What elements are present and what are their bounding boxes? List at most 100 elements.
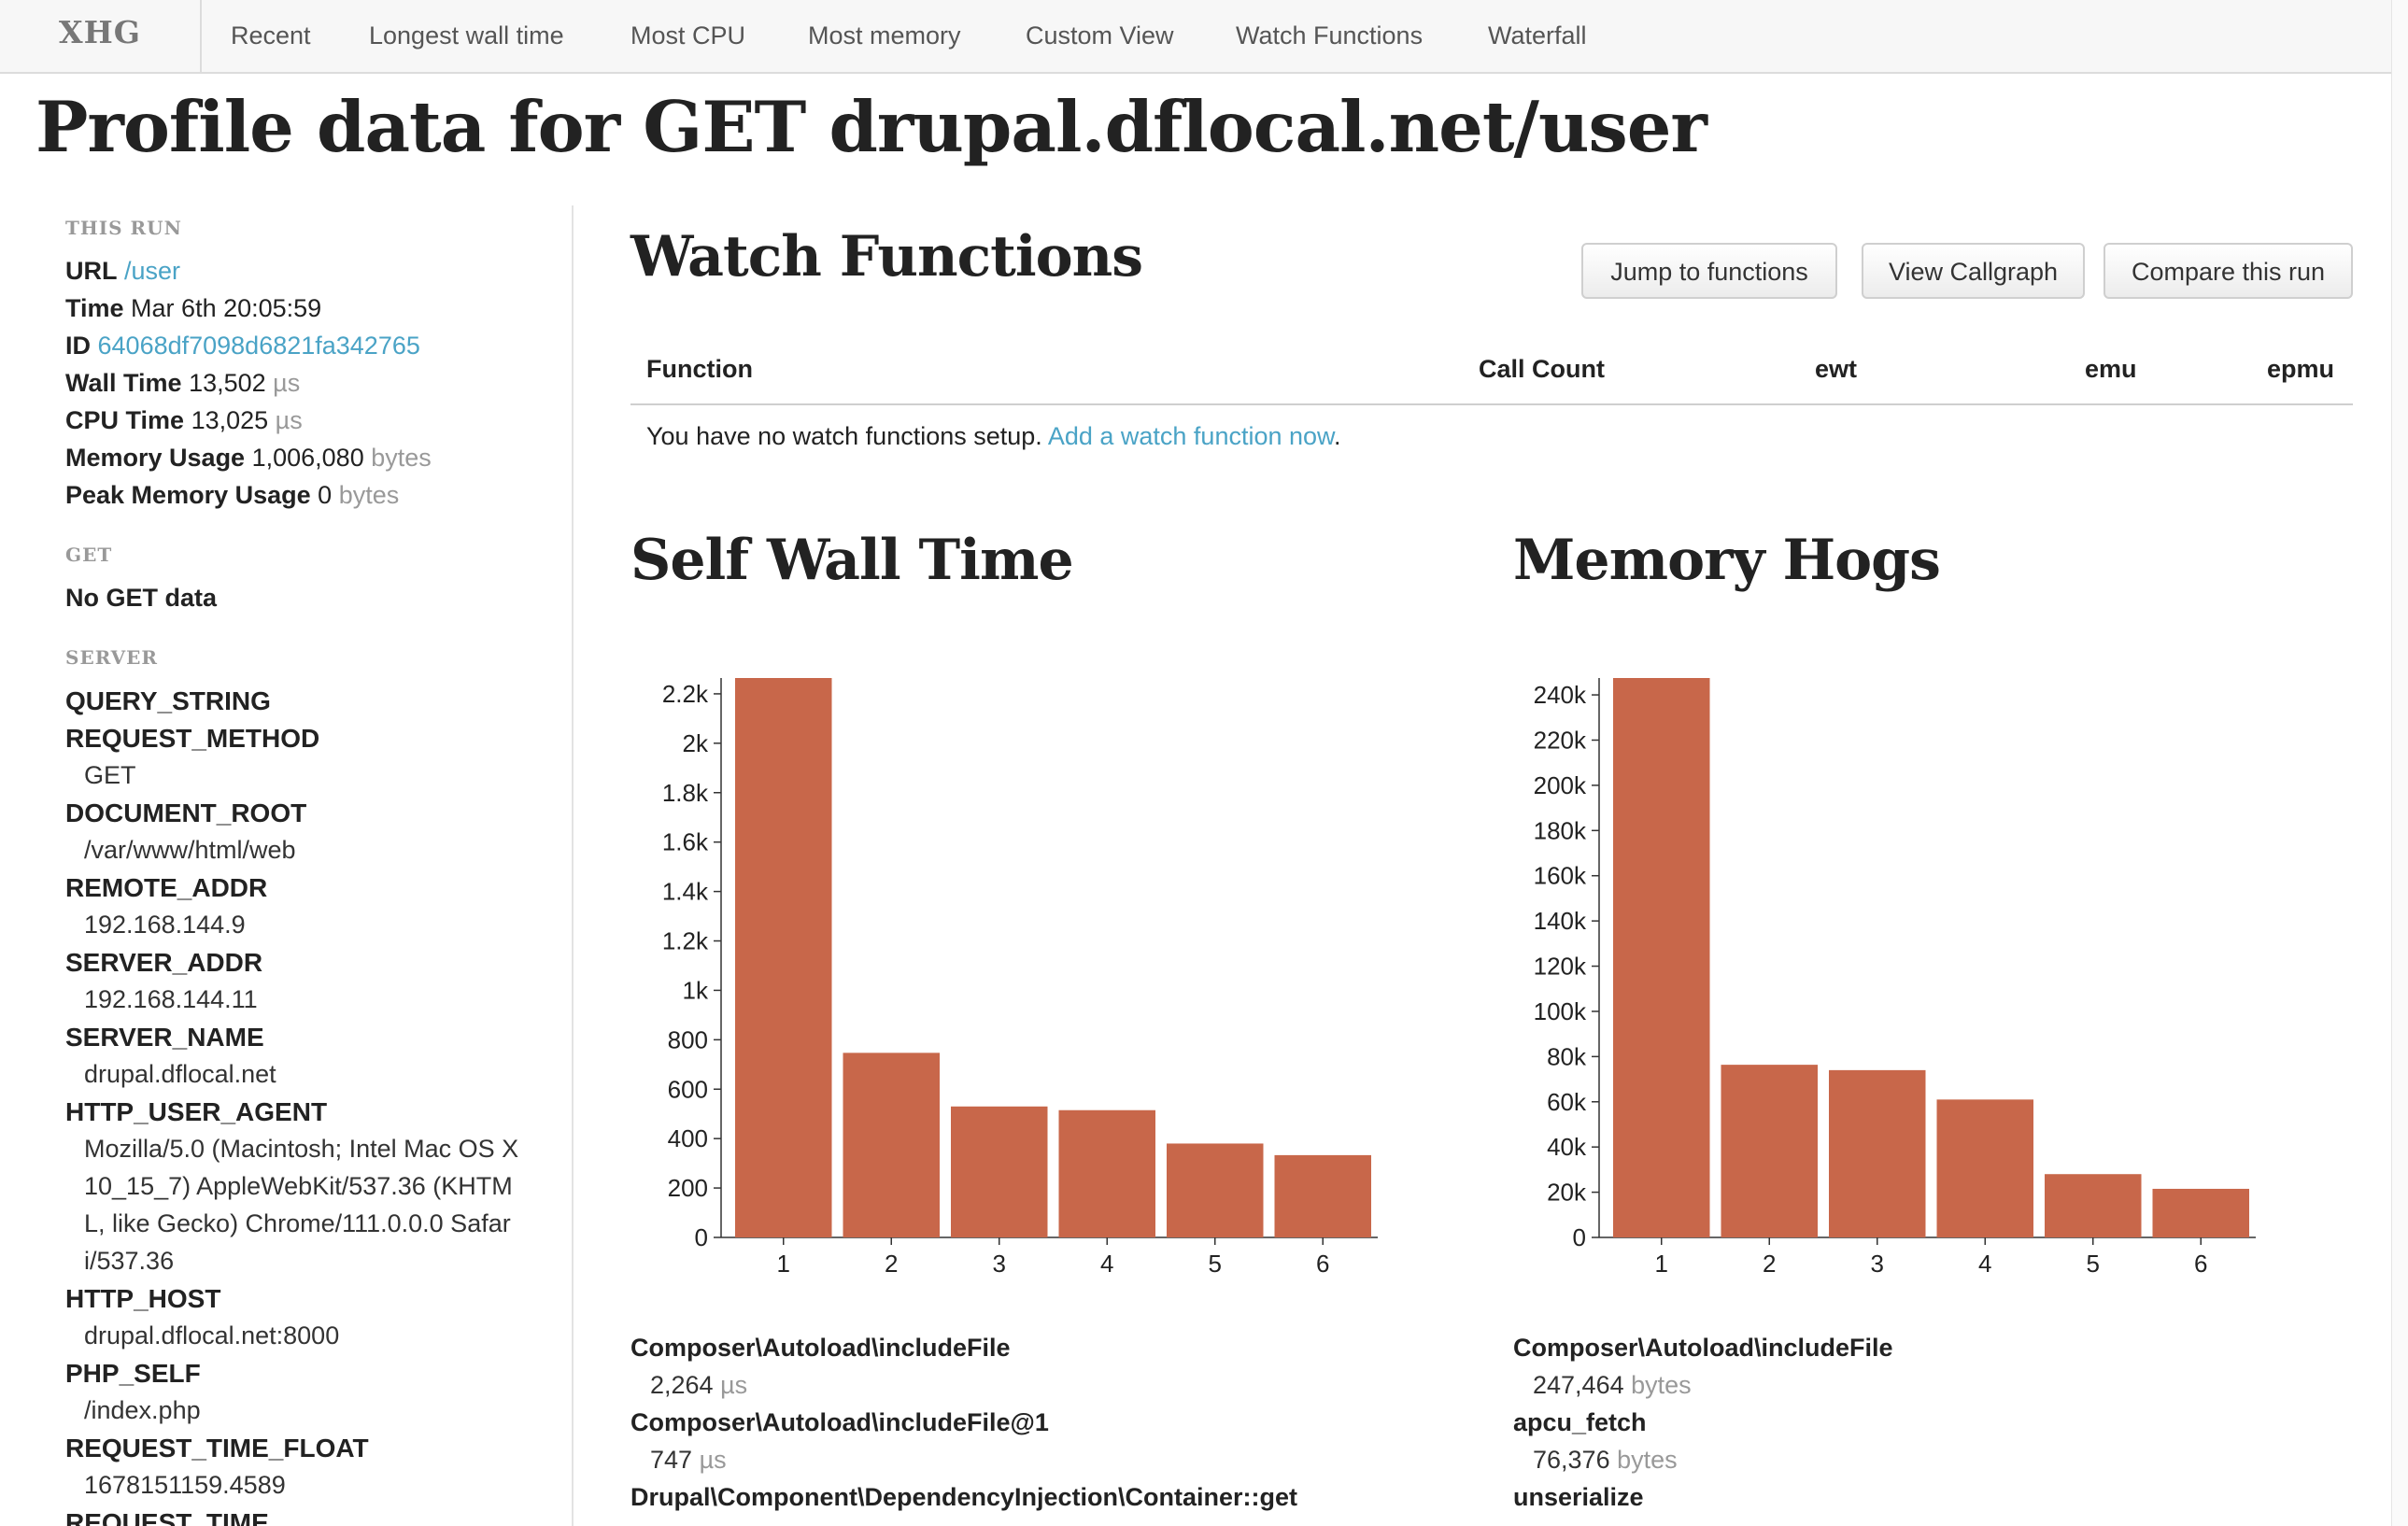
- server-key-request-method: REQUEST_METHOD: [65, 724, 320, 753]
- mem-chart-y-tick-label: 140k: [1534, 907, 1587, 935]
- server-val-request-method: GET: [84, 761, 136, 789]
- mem-chart-bar-1: [1613, 678, 1710, 1237]
- server-key-request-time: REQUEST_TIME: [65, 1508, 269, 1526]
- wall-chart-bar-6: [1274, 1154, 1371, 1237]
- wall-chart-y-tick-label: 1.4k: [662, 878, 709, 906]
- wall-fn-1-unit: µs: [720, 1371, 748, 1399]
- mem-chart-y-tick-label: 60k: [1547, 1088, 1587, 1116]
- wall-fn-2-value: 747 µs: [650, 1446, 727, 1475]
- run-url: URL /user: [65, 257, 180, 286]
- wall-fn-3-name[interactable]: Drupal\Component\DependencyInjection\Con…: [630, 1483, 1297, 1512]
- wall-chart-y-tick-label: 2k: [683, 729, 709, 757]
- compare-run-button[interactable]: Compare this run: [2103, 243, 2353, 299]
- mem-chart-y-tick-label: 100k: [1534, 997, 1587, 1025]
- mem-fn-2-number: 76,376: [1533, 1446, 1610, 1474]
- self-wall-time-chart: 0 200 400 600 800 1k 1.2k 1.4k 1.6k 1.8k 2k 2.2k 1 2 3…: [662, 678, 1378, 1278]
- mem-chart-bar-3: [1829, 1069, 1926, 1237]
- run-url-label: URL: [65, 257, 118, 285]
- server-key-remote-addr: REMOTE_ADDR: [65, 873, 268, 902]
- server-key-http-host: HTTP_HOST: [65, 1284, 221, 1313]
- this-run-heading: THIS RUN: [65, 217, 182, 239]
- mem-chart-bar-2: [1721, 1065, 1818, 1237]
- wall-chart-y-tick-label: 1k: [683, 976, 709, 1004]
- nav-custom-view[interactable]: Custom View: [1026, 0, 1174, 72]
- nav-longest-wall-time[interactable]: Longest wall time: [369, 0, 564, 72]
- server-key-user-agent: HTTP_USER_AGENT: [65, 1097, 328, 1126]
- mem-chart-bar-5: [2045, 1174, 2142, 1237]
- server-val-request-time-float: 1678151159.4589: [84, 1471, 286, 1499]
- mem-chart-y-tick-label: 20k: [1547, 1179, 1587, 1207]
- mem-chart-y-tick-label: 220k: [1534, 726, 1587, 754]
- col-emu[interactable]: emu: [2085, 355, 2137, 384]
- add-watch-function-link[interactable]: Add a watch function now: [1048, 422, 1334, 450]
- jump-to-functions-button[interactable]: Jump to functions: [1581, 243, 1837, 299]
- mem-fn-2-name[interactable]: apcu_fetch: [1513, 1408, 1647, 1437]
- wall-chart-bar-3: [951, 1106, 1048, 1237]
- view-callgraph-button[interactable]: View Callgraph: [1862, 243, 2085, 299]
- memory-usage-unit: bytes: [371, 444, 432, 472]
- mem-chart-x-tick-label: 3: [1871, 1250, 1884, 1278]
- peak-memory-value: 0: [318, 481, 333, 509]
- mem-chart-x-tick-label: 5: [2087, 1250, 2100, 1278]
- wall-fn-2-unit: µs: [699, 1446, 727, 1474]
- mem-fn-1-unit: bytes: [1631, 1371, 1692, 1399]
- wall-fn-2-name[interactable]: Composer\Autoload\includeFile@1: [630, 1408, 1049, 1437]
- run-id-link[interactable]: 64068df7098d6821fa342765: [98, 332, 420, 360]
- col-function[interactable]: Function: [646, 355, 753, 384]
- wall-chart-y-tick-label: 1.6k: [662, 828, 709, 856]
- wall-chart-bar-4: [1058, 1109, 1155, 1237]
- mem-fn-2-value: 76,376 bytes: [1533, 1446, 1678, 1475]
- peak-memory-unit: bytes: [338, 481, 400, 509]
- mem-fn-1-name[interactable]: Composer\Autoload\includeFile: [1513, 1334, 1893, 1363]
- mem-chart-y-tick-label: 160k: [1534, 862, 1587, 890]
- col-call-count[interactable]: Call Count: [1479, 355, 1605, 384]
- server-val-user-agent-line4: i/537.36: [84, 1247, 175, 1275]
- run-url-link[interactable]: /user: [124, 257, 180, 285]
- mem-fn-3-name[interactable]: unserialize: [1513, 1483, 1644, 1512]
- mem-fn-1-value: 247,464 bytes: [1533, 1371, 1692, 1400]
- mem-chart-y-tick-label: 120k: [1534, 953, 1587, 981]
- server-heading: SERVER: [65, 646, 158, 669]
- nav-waterfall[interactable]: Waterfall: [1488, 0, 1587, 72]
- server-val-remote-addr: 192.168.144.9: [84, 911, 246, 939]
- nav-most-memory[interactable]: Most memory: [808, 0, 961, 72]
- self-wall-time-heading: Self Wall Time: [630, 528, 1074, 593]
- nav-recent[interactable]: Recent: [231, 0, 311, 72]
- brand-logo[interactable]: XHG: [0, 0, 202, 72]
- wall-fn-1-name[interactable]: Composer\Autoload\includeFile: [630, 1334, 1011, 1363]
- memory-hogs-chart: 0 20k 40k 60k 80k 100k 120k 140k 160k 180k 200k 220…: [1534, 678, 2256, 1278]
- wall-chart-x-tick-label: 2: [885, 1250, 898, 1278]
- server-key-server-addr: SERVER_ADDR: [65, 948, 263, 977]
- wall-chart-y-tick-label: 2.2k: [662, 680, 709, 708]
- run-time-label: Time: [65, 294, 124, 322]
- mem-chart-bar-4: [1936, 1099, 2033, 1237]
- nav-watch-functions[interactable]: Watch Functions: [1236, 0, 1423, 72]
- top-navbar: XHG Recent Longest wall time Most CPU Mo…: [0, 0, 2391, 74]
- mem-chart-bar-6: [2152, 1188, 2249, 1237]
- wall-chart-x-tick-label: 1: [777, 1250, 790, 1278]
- col-ewt[interactable]: ewt: [1815, 355, 1857, 384]
- wall-fn-2-number: 747: [650, 1446, 693, 1474]
- mem-chart-y-tick-label: 80k: [1547, 1042, 1587, 1070]
- wall-chart-x-tick-label: 5: [1209, 1250, 1222, 1278]
- memory-usage-value: 1,006,080: [251, 444, 364, 472]
- wall-time-value: 13,502: [189, 369, 266, 397]
- no-watch-period: .: [1334, 422, 1341, 450]
- wall-chart-x-tick-label: 6: [1316, 1250, 1329, 1278]
- cpu-time-label: CPU Time: [65, 406, 185, 434]
- watch-functions-heading: Watch Functions: [630, 224, 1143, 290]
- run-memory-usage: Memory Usage 1,006,080 bytes: [65, 444, 432, 473]
- peak-memory-label: Peak Memory Usage: [65, 481, 311, 509]
- scrollbar[interactable]: [2391, 0, 2408, 1526]
- server-val-server-addr: 192.168.144.11: [84, 985, 258, 1013]
- wall-chart-x-tick-label: 3: [993, 1250, 1006, 1278]
- mem-chart-x-tick-label: 4: [1978, 1250, 1991, 1278]
- nav-most-cpu[interactable]: Most CPU: [630, 0, 745, 72]
- server-key-php-self: PHP_SELF: [65, 1359, 201, 1388]
- run-time: Time Mar 6th 20:05:59: [65, 294, 321, 323]
- wall-chart-y-tick-label: 800: [668, 1025, 708, 1053]
- server-key-document-root: DOCUMENT_ROOT: [65, 798, 307, 827]
- wall-chart-bar-2: [843, 1053, 940, 1237]
- server-val-document-root: /var/www/html/web: [84, 836, 296, 864]
- col-epmu[interactable]: epmu: [2267, 355, 2334, 384]
